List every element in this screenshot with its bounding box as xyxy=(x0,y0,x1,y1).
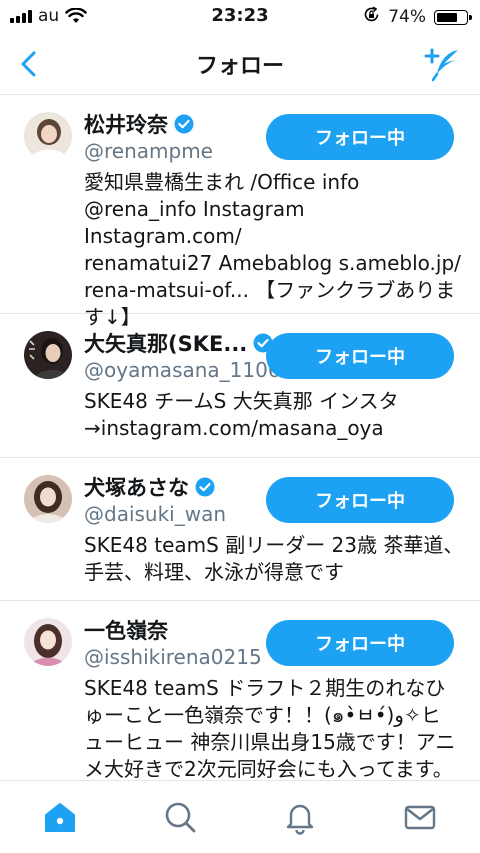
bio-line: →instagram.com/masana_oya xyxy=(84,416,384,440)
avatar[interactable] xyxy=(24,475,72,523)
user-bio: SKE48 teamS 副リーダー 23歳 茶華道、 手芸、料理、水泳が得意です xyxy=(84,532,464,586)
user-bio: 愛知県豊橋生まれ /Office info @rena_info Instagr… xyxy=(84,169,464,331)
rotation-lock-icon xyxy=(363,6,380,28)
verified-badge-icon xyxy=(195,477,215,497)
following-button[interactable]: フォロー中 xyxy=(266,477,454,523)
bio-line: ューヒュー 神奈川県出身15歳です！アニ xyxy=(84,730,456,754)
bio-line: ゅーこと一色嶺奈です！！(๑•̀ㅂ•́)و✧ヒ xyxy=(84,703,441,727)
tab-search[interactable] xyxy=(160,797,200,837)
user-bio: SKE48 teamS ドラフト２期生のれなひ ゅーこと一色嶺奈です！！(๑•̀… xyxy=(84,675,464,783)
notifications-icon xyxy=(286,804,314,835)
battery-fill xyxy=(437,12,457,22)
avatar[interactable] xyxy=(24,618,72,666)
status-right: 74% xyxy=(363,6,472,28)
add-account-icon xyxy=(424,48,458,82)
add-account-button[interactable] xyxy=(422,44,462,84)
bio-line: 愛知県豊橋生まれ /Office info xyxy=(84,170,360,194)
following-list: 松井玲奈 @renampme 愛知県豊橋生まれ /Office info @re… xyxy=(0,95,480,801)
user-name: 犬塚あさな xyxy=(84,476,189,500)
battery-percent: 74% xyxy=(388,7,426,27)
avatar[interactable] xyxy=(24,112,72,160)
bio-line: 手芸、料理、水泳が得意です xyxy=(84,560,344,584)
verified-badge-icon xyxy=(174,114,194,134)
search-icon xyxy=(165,802,196,833)
messages-icon xyxy=(404,805,436,830)
navigation-bar: フォロー xyxy=(0,34,480,95)
bio-line: SKE48 チームS 大矢真那 インスタ xyxy=(84,389,399,413)
list-item[interactable]: 一色嶺奈 @isshikirena0215 SKE48 teamS ドラフト２期… xyxy=(0,601,480,801)
tab-home[interactable] xyxy=(40,797,80,837)
user-handle: @daisuki_wan xyxy=(84,502,227,526)
user-name: 松井玲奈 xyxy=(84,113,168,137)
bio-line: SKE48 teamS 副リーダー 23歳 茶華道、 xyxy=(84,533,464,557)
user-handle: @isshikirena0215 xyxy=(84,645,262,669)
tab-messages[interactable] xyxy=(400,797,440,837)
following-button[interactable]: フォロー中 xyxy=(266,114,454,160)
bio-line: メ大好きで2次元同好会にも入ってます。 xyxy=(84,757,453,781)
bio-line: renamatui27 Amebablog s.ameblo.jp/ xyxy=(84,251,461,275)
following-button[interactable]: フォロー中 xyxy=(266,333,454,379)
list-item[interactable]: 犬塚あさな @daisuki_wan SKE48 teamS 副リーダー 23歳… xyxy=(0,458,480,601)
user-name-line: 大矢真那(SKE... xyxy=(84,328,273,358)
user-handle: @oyamasana_1106 xyxy=(84,358,281,382)
user-bio: SKE48 チームS 大矢真那 インスタ →instagram.com/masa… xyxy=(84,388,464,442)
list-item[interactable]: 大矢真那(SKE... @oyamasana_1106 SKE48 チームS 大… xyxy=(0,314,480,458)
user-name-line: 松井玲奈 xyxy=(84,109,194,139)
user-name: 一色嶺奈 xyxy=(84,619,168,643)
user-name-line: 一色嶺奈 xyxy=(84,615,168,645)
user-name: 大矢真那(SKE... xyxy=(84,332,248,356)
user-handle: @renampme xyxy=(84,139,213,163)
following-button[interactable]: フォロー中 xyxy=(266,620,454,666)
page-title: フォロー xyxy=(195,54,284,79)
battery-icon xyxy=(434,9,472,25)
home-icon xyxy=(45,803,75,832)
bio-line: @rena_info Instagram Instagram.com/ xyxy=(84,197,305,248)
list-item[interactable]: 松井玲奈 @renampme 愛知県豊橋生まれ /Office info @re… xyxy=(0,95,480,329)
bio-line: rena-matsui-of... 【ファンクラブありま xyxy=(84,278,456,302)
bio-line: SKE48 teamS ドラフト２期生のれなひ xyxy=(84,676,446,700)
tab-notifications[interactable] xyxy=(280,797,320,837)
tab-bar xyxy=(0,780,480,853)
avatar[interactable] xyxy=(24,331,72,379)
user-name-line: 犬塚あさな xyxy=(84,472,215,502)
status-bar: au 23:23 74% xyxy=(0,0,480,34)
